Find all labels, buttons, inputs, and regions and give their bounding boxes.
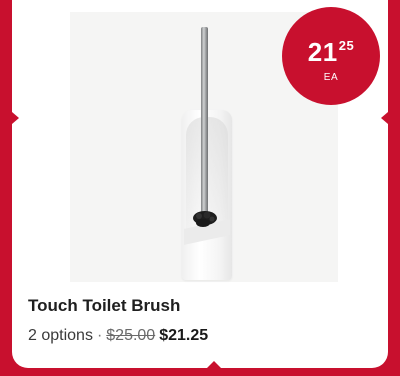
card-bottom-notch: [206, 361, 222, 368]
badge-price: 2125: [282, 37, 380, 68]
card-notch-left: [12, 112, 19, 124]
badge-price-cents: 25: [338, 38, 355, 53]
price-badge: 2125 EA: [282, 7, 380, 105]
options-count[interactable]: 2 options: [28, 327, 93, 344]
brush-head-icon: [193, 211, 217, 227]
brush-handle: [201, 27, 208, 227]
badge-price-whole: 21: [307, 37, 338, 67]
card-notch-right: [381, 112, 388, 124]
badge-unit: EA: [323, 72, 339, 83]
price-row: 2 options · $25.00 $21.25: [28, 327, 208, 345]
sale-price: $21.25: [159, 327, 209, 344]
product-card[interactable]: 2125 EA Touch Toilet Brush 2 options · $25…: [12, 0, 388, 368]
product-title[interactable]: Touch Toilet Brush: [28, 296, 180, 316]
original-price: $25.00: [106, 327, 156, 344]
separator: ·: [96, 327, 103, 344]
